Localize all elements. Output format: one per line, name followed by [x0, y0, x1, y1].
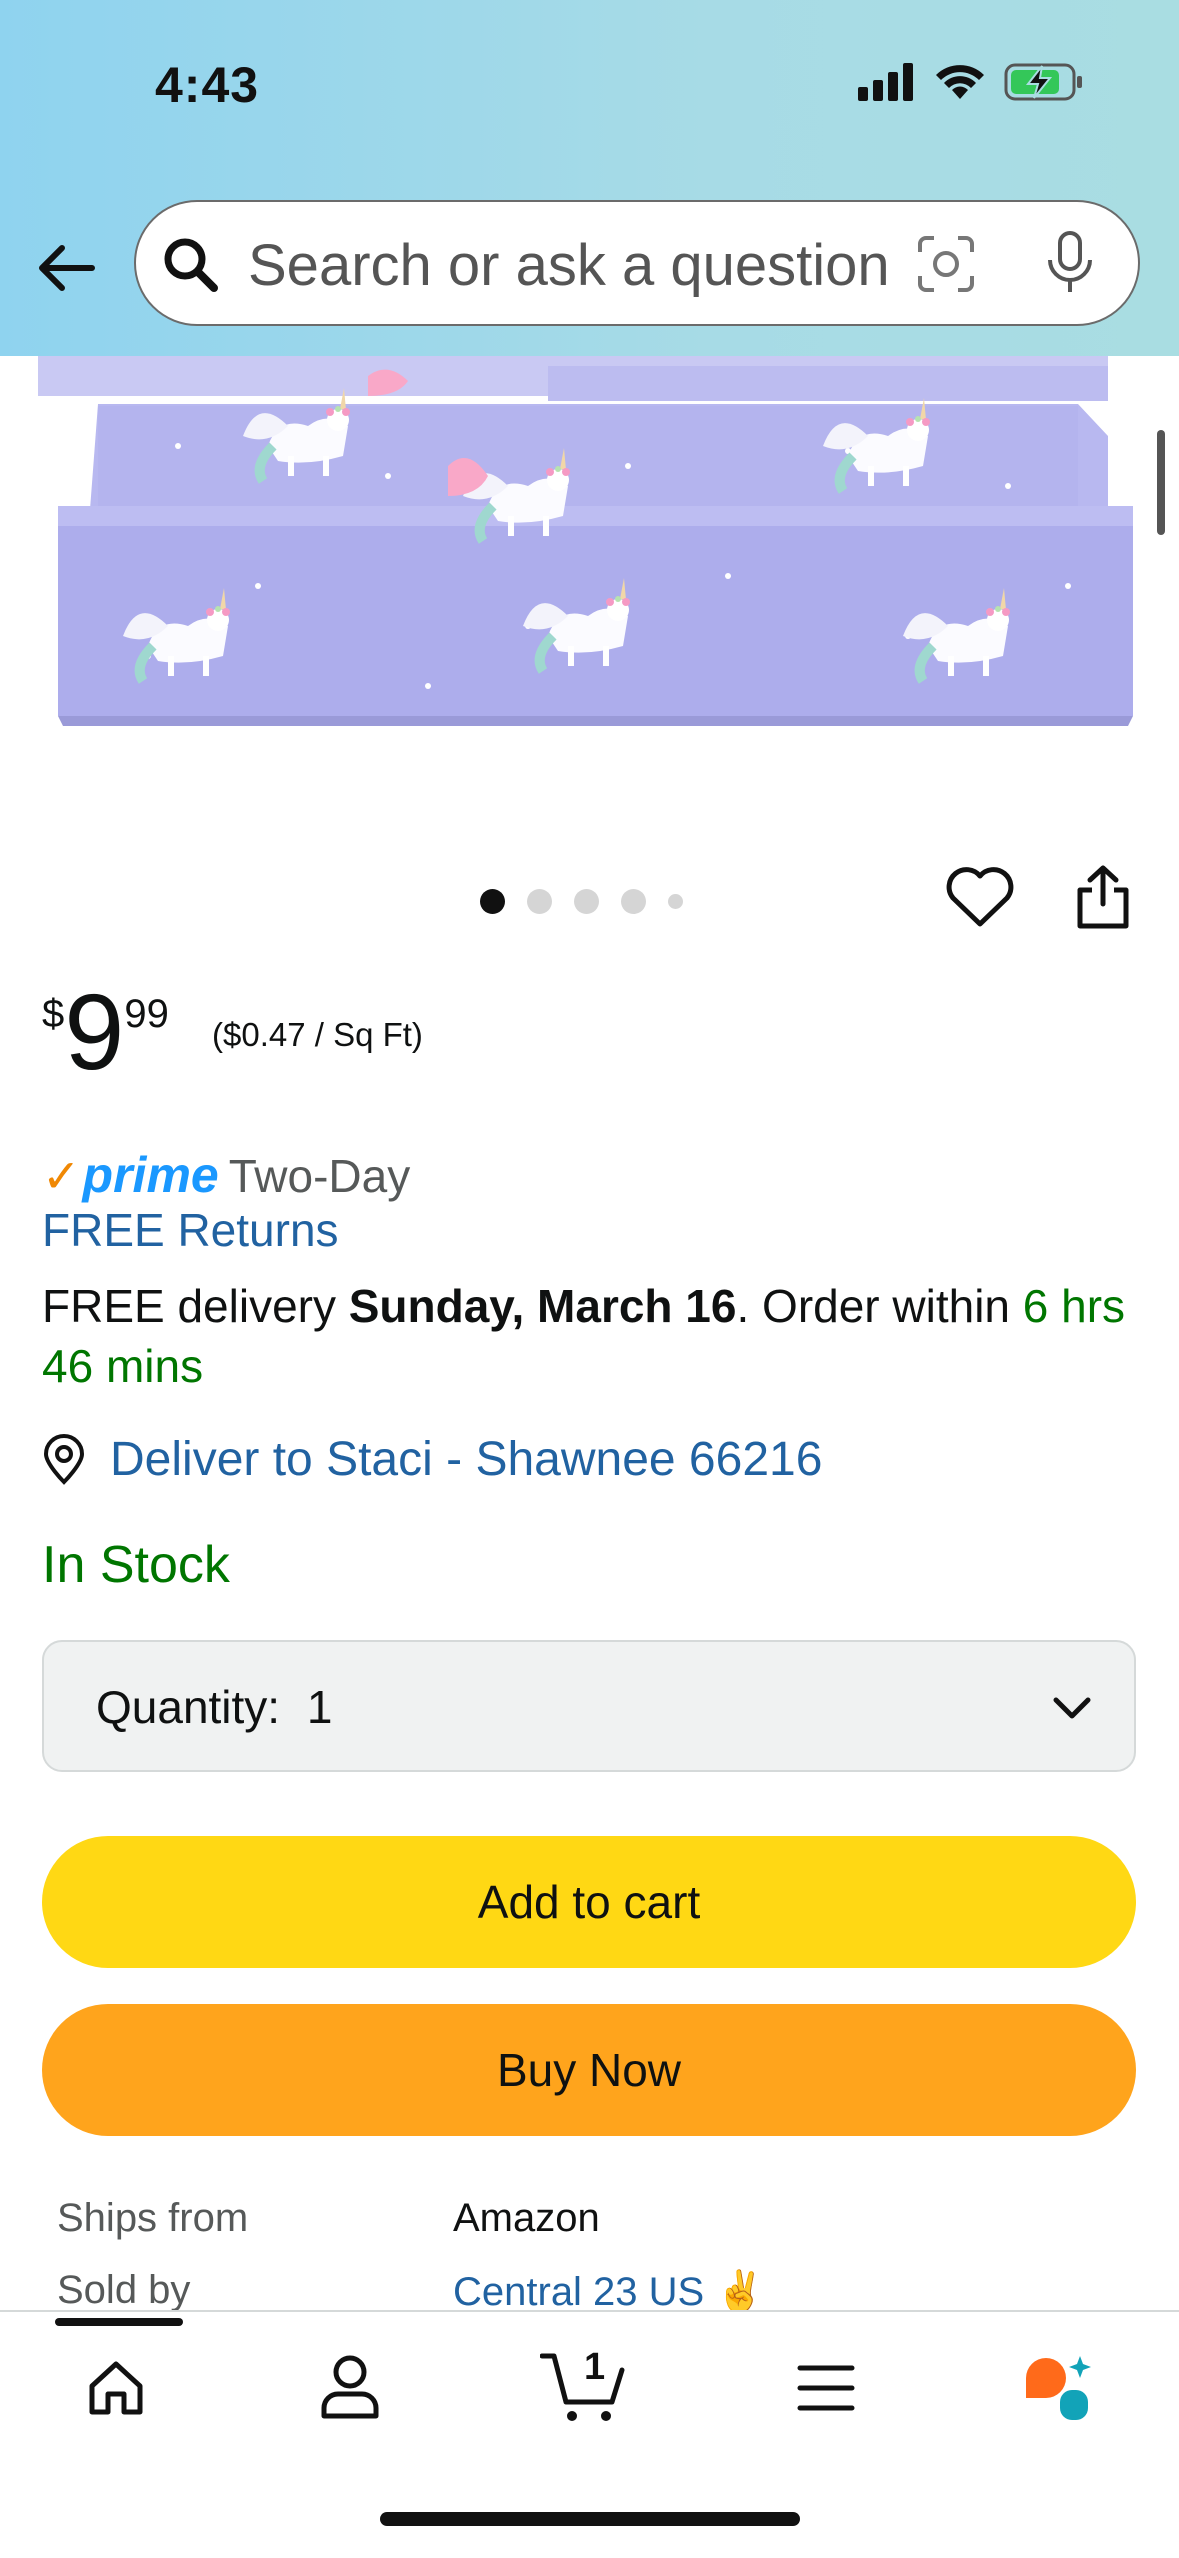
- price-currency: $: [42, 992, 65, 1036]
- heart-icon[interactable]: [945, 866, 1015, 930]
- back-arrow-icon[interactable]: [32, 232, 104, 304]
- free-returns-link[interactable]: FREE Returns: [42, 1203, 339, 1257]
- deliver-to-text[interactable]: Deliver to Staci - Shawnee 66216: [110, 1432, 822, 1487]
- buy-now-button[interactable]: Buy Now: [42, 2004, 1136, 2136]
- quantity-label-text: Quantity:: [96, 1681, 281, 1733]
- chevron-down-icon: [1053, 1697, 1091, 1719]
- status-time: 4:43: [155, 57, 260, 113]
- status-icons: [858, 62, 1084, 102]
- battery-charging-icon: [1004, 63, 1082, 101]
- cart-icon[interactable]: 1: [539, 2346, 630, 2426]
- price-whole: 9: [64, 971, 125, 1092]
- share-icon[interactable]: [1072, 862, 1134, 932]
- prime-badge: ✓ prime Two-Day: [42, 1146, 410, 1204]
- carousel-dot[interactable]: [621, 889, 646, 914]
- ships-from-value: Amazon: [453, 2196, 600, 2240]
- product-price: $ 9 99: [42, 971, 169, 1092]
- sold-by-link[interactable]: Central 23 US ✌️: [453, 2268, 765, 2315]
- deliver-to-link[interactable]: Deliver to Staci - Shawnee 66216: [42, 1432, 822, 1487]
- product-image[interactable]: [28, 356, 1150, 766]
- cart-count: 1: [584, 2346, 606, 2388]
- price-fraction: 99: [124, 992, 169, 1036]
- location-pin-icon: [43, 1433, 85, 1485]
- delivery-prefix: FREE delivery: [42, 1280, 349, 1332]
- quantity-value: 1: [306, 1681, 333, 1733]
- account-icon[interactable]: [318, 2352, 382, 2422]
- microphone-icon[interactable]: [1044, 230, 1096, 296]
- prime-check-icon: ✓: [42, 1150, 81, 1202]
- carousel-dot[interactable]: [668, 894, 683, 909]
- carousel-dot-active[interactable]: [480, 889, 505, 914]
- menu-icon[interactable]: [796, 2360, 856, 2416]
- search-input[interactable]: Search or ask a question: [134, 200, 1140, 326]
- image-carousel-dots[interactable]: [480, 889, 683, 914]
- delivery-date: Sunday, March 16: [348, 1280, 737, 1332]
- delivery-estimate: FREE delivery Sunday, March 16. Order wi…: [42, 1276, 1142, 1396]
- scroll-indicator: [1157, 430, 1165, 535]
- ships-from-label: Ships from: [57, 2196, 249, 2240]
- quantity-dropdown[interactable]: Quantity: 1: [42, 1640, 1136, 1772]
- add-to-cart-button[interactable]: Add to cart: [42, 1836, 1136, 1968]
- signal-icon: [858, 63, 913, 101]
- camera-lens-icon[interactable]: [916, 234, 976, 294]
- carousel-dot[interactable]: [574, 889, 599, 914]
- app-header: 4:43 Search or ask a question: [0, 0, 1179, 356]
- search-icon: [164, 238, 218, 292]
- carousel-dot[interactable]: [527, 889, 552, 914]
- sold-by-label: Sold by: [57, 2268, 191, 2312]
- order-within: . Order within: [736, 1280, 1023, 1332]
- wifi-icon: [936, 65, 984, 99]
- rufus-icon[interactable]: [1022, 2354, 1098, 2424]
- prime-logo: prime: [82, 1147, 219, 1203]
- home-tab-indicator: [55, 2318, 183, 2326]
- unit-price: ($0.47 / Sq Ft): [212, 1016, 423, 1053]
- prime-speed: Two-Day: [228, 1150, 411, 1202]
- stock-status: In Stock: [42, 1536, 230, 1594]
- quantity-label: Quantity: 1: [96, 1680, 332, 1734]
- home-icon[interactable]: [84, 2356, 148, 2420]
- home-indicator: [380, 2512, 800, 2526]
